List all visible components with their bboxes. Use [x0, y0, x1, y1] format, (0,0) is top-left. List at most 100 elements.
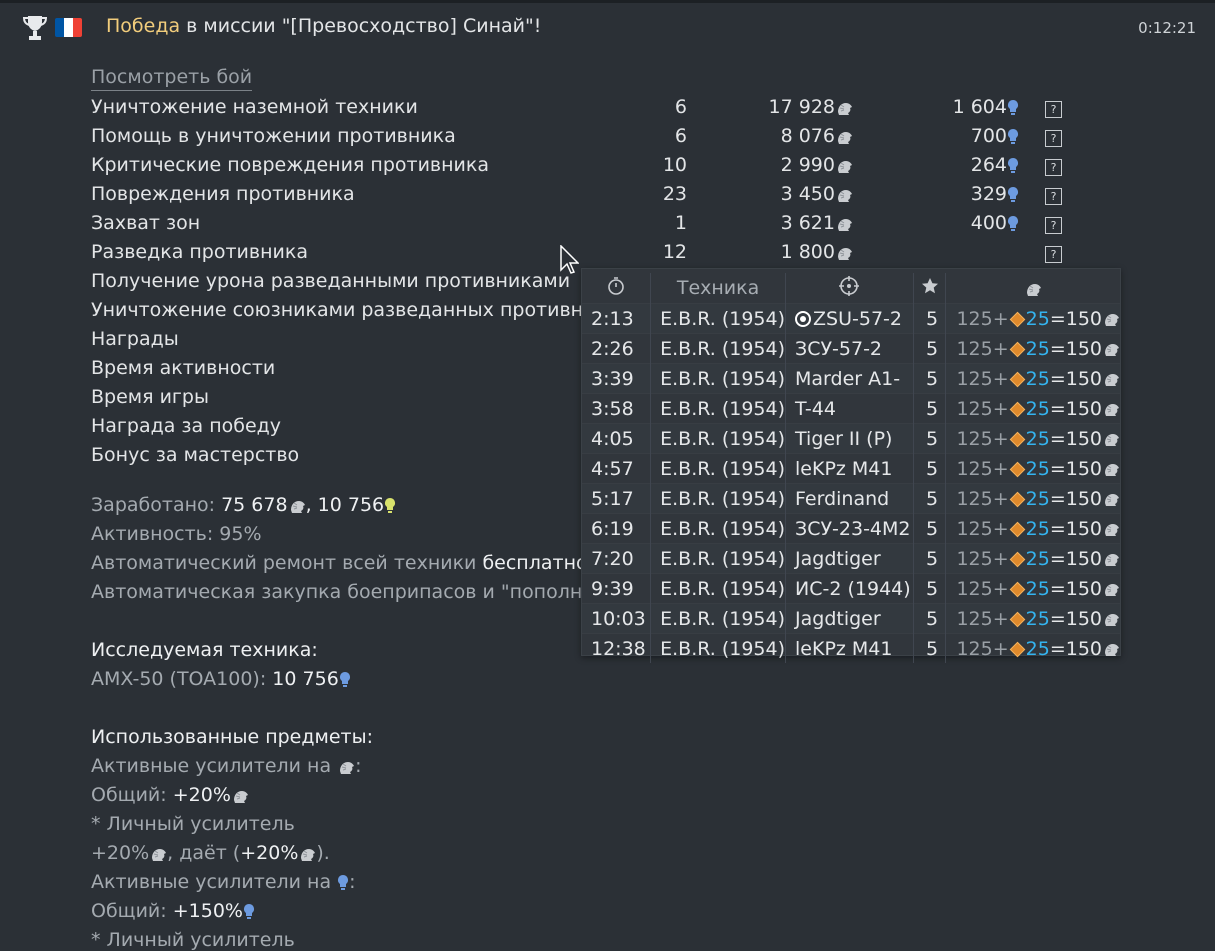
research-rp: 10 756 — [272, 668, 339, 690]
colon: : — [349, 871, 356, 893]
bonus-diamond-icon — [1009, 521, 1025, 537]
row-vehicle: E.B.R. (1954) — [650, 363, 787, 394]
row-target: Tiger II (P) — [785, 423, 914, 454]
view-battle-link[interactable]: Посмотреть бой — [91, 66, 253, 91]
scouting-table-header: Техника — [582, 273, 1120, 304]
row-vehicle: E.B.R. (1954) — [650, 423, 787, 454]
reward-row: Помощь в уничтожении противника 6 8 076 700… — [91, 125, 1071, 154]
reward-label: Бонус за мастерство — [91, 444, 300, 466]
lion-icon — [837, 102, 853, 115]
row-reward: 125+ 25=150 — [945, 573, 1120, 604]
reward-label: Награды — [91, 328, 179, 350]
rp-value: 400 — [970, 212, 1007, 234]
question-icon[interactable]: ? — [1045, 101, 1062, 118]
row-time: 2:13 — [582, 303, 652, 334]
reward-silver: 8 076 — [711, 125, 853, 147]
reward-silver: 17 928 — [711, 96, 853, 118]
rp-value: 700 — [970, 125, 1007, 147]
general-rp-value: +150% — [172, 900, 243, 922]
row-reward: 125+ 25=150 — [945, 363, 1120, 394]
reward-total: 150 — [1065, 487, 1102, 510]
reward-base: 125 — [956, 427, 993, 450]
reward-rp: 329 — [891, 183, 1019, 205]
reward-rp: 400 — [891, 212, 1019, 234]
row-reward: 125+ 25=150 — [945, 603, 1120, 634]
reward-label: Уничтожение союзниками разведанных проти… — [91, 299, 630, 321]
lion-icon — [1104, 643, 1120, 657]
reward-bonus: 25 — [1025, 517, 1050, 540]
row-stars: 5 — [913, 633, 947, 663]
reward-label: Критические повреждения противника — [91, 154, 490, 176]
row-vehicle: E.B.R. (1954) — [650, 483, 787, 514]
question-icon[interactable]: ? — [1045, 130, 1062, 147]
target-name: ЗСУ-57-2 — [795, 337, 883, 360]
table-row: 3:39 E.B.R. (1954) Marder A1- 5 125+ 25=150 — [582, 363, 1120, 394]
reward-total: 150 — [1065, 547, 1102, 570]
lion-icon — [290, 500, 306, 513]
target-name: ZSU-57-2 — [813, 307, 902, 330]
personal-value: +20% — [91, 842, 150, 864]
question-icon[interactable]: ? — [1045, 217, 1062, 234]
col-time — [582, 273, 652, 304]
reward-total: 150 — [1065, 337, 1102, 360]
row-target: Ferdinand — [785, 483, 914, 514]
row-stars: 5 — [913, 603, 947, 634]
lion-icon — [1104, 493, 1120, 507]
reward-bonus: 25 — [1025, 637, 1050, 660]
lion-icon — [837, 247, 853, 260]
reward-count: 10 — [662, 154, 687, 176]
reward-total: 150 — [1065, 457, 1102, 480]
row-target: T-44 — [785, 393, 914, 424]
reward-bonus: 25 — [1025, 577, 1050, 600]
target-name: Jagdtiger — [795, 547, 881, 570]
row-stars: 5 — [913, 483, 947, 514]
reward-total: 150 — [1065, 607, 1102, 630]
earned-label: Заработано: — [91, 494, 222, 516]
row-stars: 5 — [913, 393, 947, 424]
reward-count: 1 — [674, 212, 687, 234]
question-icon[interactable]: ? — [1045, 246, 1062, 263]
trophy-icon — [22, 16, 48, 40]
reward-row: Повреждения противника 23 3 450 329? — [91, 183, 1071, 212]
reward-total: 150 — [1065, 517, 1102, 540]
target-name: leKPz M41 — [795, 637, 893, 660]
row-time: 10:03 — [582, 603, 652, 634]
lion-icon — [151, 848, 167, 861]
row-time: 6:19 — [582, 513, 652, 544]
target-name: ИС-2 (1944) — [795, 577, 911, 600]
close-paren: ). — [316, 842, 330, 864]
target-name: Ferdinand — [795, 487, 890, 510]
question-icon[interactable]: ? — [1045, 159, 1062, 176]
reward-label: Награда за победу — [91, 415, 282, 437]
reward-rp: 1 604 — [891, 96, 1019, 118]
elapsed-time: 0:12:21 — [1138, 19, 1196, 37]
question-icon[interactable]: ? — [1045, 188, 1062, 205]
row-reward: 125+ 25=150 — [945, 483, 1120, 514]
repair-label: Автоматический ремонт всей техники — [91, 552, 483, 574]
personal-booster-value-line: +20%, даёт (+20%). — [91, 842, 330, 864]
row-target: leKPz M41 — [785, 453, 914, 484]
row-time: 4:05 — [582, 423, 652, 454]
reward-label: Захват зон — [91, 212, 201, 234]
table-row: 7:20 E.B.R. (1954) Jagdtiger 5 125+ 25=150 — [582, 543, 1120, 574]
lion-icon — [1104, 523, 1120, 537]
mission-text: в миссии "[Превосходство] Синай"! — [180, 15, 542, 37]
reward-total: 150 — [1065, 427, 1102, 450]
reward-base: 125 — [956, 547, 993, 570]
bonus-diamond-icon — [1009, 371, 1025, 387]
reward-label: Получение урона разведанными противникам… — [91, 270, 571, 292]
col-stars — [913, 273, 947, 304]
earned-silver: 75 678 — [221, 494, 288, 516]
reward-base: 125 — [956, 367, 993, 390]
bonus-diamond-icon — [1009, 401, 1025, 417]
lion-icon — [837, 160, 853, 173]
silver-value: 17 928 — [768, 96, 835, 118]
col-vehicle: Техника — [650, 273, 787, 304]
table-row: 6:19 E.B.R. (1954) ЗСУ-23-4М2 5 125+ 25=150 — [582, 513, 1120, 544]
reward-bonus: 25 — [1025, 607, 1050, 630]
col-reward — [946, 273, 1120, 304]
rp-value: 264 — [970, 154, 1007, 176]
target-name: Jagdtiger — [795, 607, 881, 630]
row-target: ИС-2 (1944) — [785, 573, 914, 604]
reward-bonus: 25 — [1025, 367, 1050, 390]
